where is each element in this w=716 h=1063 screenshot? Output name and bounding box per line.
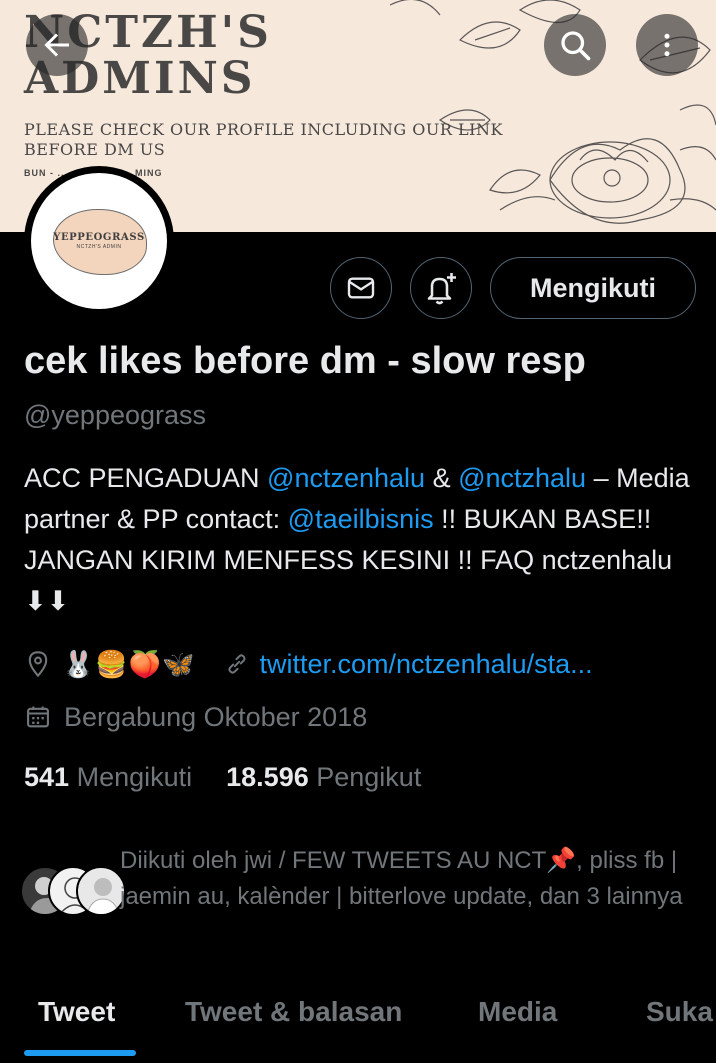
avatar-logo: YEPPEOGRASS NCTZH'S ADMIN	[53, 232, 145, 250]
location-emoji: 🐰🍔🍑🦋	[62, 648, 196, 679]
followers-count: 18.596	[226, 762, 309, 792]
followed-by-text[interactable]: Diikuti oleh jwi / FEW TWEETS AU NCT📌, p…	[120, 843, 706, 915]
arrow-left-icon	[44, 33, 69, 57]
bio-mention-link[interactable]: @nctzenhalu	[267, 463, 425, 493]
message-button[interactable]	[330, 257, 392, 319]
username-handle: @yeppeograss	[24, 400, 207, 430]
banner-note: PLEASE CHECK OUR PROFILE INCLUDING OUR L…	[24, 120, 503, 159]
display-name: cek likes before dm - slow resp	[24, 340, 586, 382]
mutual-followers-avatars[interactable]	[20, 866, 126, 918]
search-icon	[561, 31, 591, 61]
joined-date: Bergabung Oktober 2018	[64, 701, 368, 732]
mail-icon	[347, 277, 375, 299]
avatar-logo-name: YEPPEOGRASS	[53, 232, 145, 243]
profile-website-link[interactable]: twitter.com/nctzenhalu/sta...	[260, 649, 593, 680]
tab-tweets[interactable]: Tweet	[38, 996, 115, 1028]
tab-likes[interactable]: Suka	[646, 996, 713, 1028]
following-button[interactable]: Mengikuti	[490, 257, 696, 319]
bio-mention-link[interactable]: @nctzhalu	[458, 463, 586, 493]
avatar-logo-subtitle: NCTZH'S ADMIN	[76, 244, 122, 250]
avatar-image: YEPPEOGRASS NCTZH'S ADMIN	[31, 173, 167, 309]
more-vertical-icon	[664, 33, 670, 57]
bell-plus-icon	[427, 273, 456, 305]
tab-media[interactable]: Media	[478, 996, 557, 1028]
bio-text: ACC PENGADUAN	[24, 463, 268, 493]
location-pin-icon	[28, 651, 48, 678]
profile-bio: ACC PENGADUAN @nctzenhalu & @nctzhalu – …	[24, 458, 704, 622]
joined-date-row: Bergabung Oktober 2018	[24, 698, 367, 736]
calendar-icon	[27, 706, 49, 728]
link-icon	[227, 654, 246, 674]
notifications-button[interactable]	[410, 257, 472, 319]
active-tab-indicator	[24, 1050, 136, 1056]
followers-label: Pengikut	[316, 762, 422, 792]
avatar	[76, 866, 126, 916]
search-button[interactable]	[544, 14, 606, 76]
profile-tabs: Tweet Tweet & balasan Media Suka	[0, 990, 716, 1063]
following-count: 541	[24, 762, 70, 792]
following-stat[interactable]: 541 Mengikuti	[24, 762, 192, 792]
follow-stats: 541 Mengikuti 18.596 Pengikut	[24, 762, 421, 793]
bio-text: &	[425, 463, 459, 493]
following-label: Mengikuti	[76, 762, 193, 792]
tab-tweets-replies[interactable]: Tweet & balasan	[185, 996, 402, 1028]
bio-mention-link[interactable]: @taeilbisnis	[288, 504, 434, 534]
followers-stat[interactable]: 18.596 Pengikut	[226, 762, 421, 792]
back-button[interactable]	[26, 14, 88, 76]
more-options-button[interactable]	[636, 14, 698, 76]
location-link-row: 🐰🍔🍑🦋 twitter.com/nctzenhalu/sta...	[24, 645, 593, 683]
profile-avatar[interactable]: YEPPEOGRASS NCTZH'S ADMIN	[24, 166, 174, 316]
